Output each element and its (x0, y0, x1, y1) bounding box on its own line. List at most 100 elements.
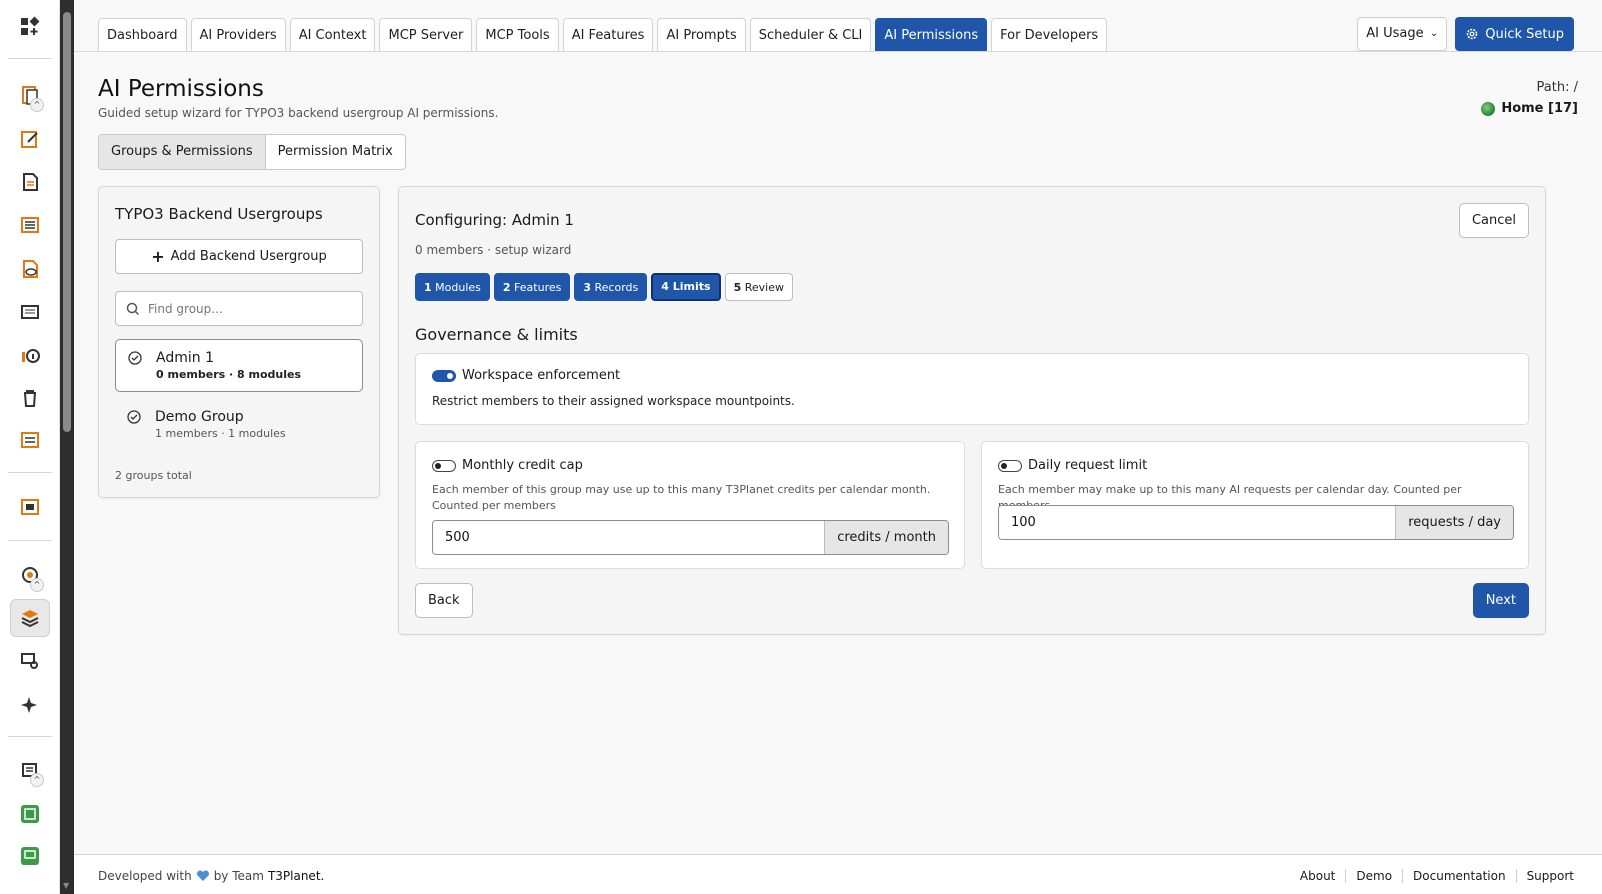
footer-links: About Demo Documentation Support (1290, 869, 1574, 883)
monthly-credit-cap-toggle[interactable] (432, 459, 456, 472)
quick-setup-button[interactable]: Quick Setup (1455, 17, 1574, 51)
monthly-credit-cap-card: Monthly credit cap Each member of this g… (415, 441, 965, 569)
groups-total: 2 groups total (115, 469, 192, 482)
footer-by: by Team (213, 869, 264, 883)
next-button[interactable]: Next (1472, 583, 1529, 618)
find-group-input[interactable] (148, 301, 348, 316)
list-module-icon[interactable] (10, 163, 50, 201)
sparkle-icon[interactable] (10, 686, 50, 724)
check-circle-icon (127, 410, 141, 424)
section-title: Governance & limits (415, 325, 578, 344)
daily-request-limit-label: Daily request limit (1028, 458, 1148, 473)
daily-request-limit-field: requests / day (998, 505, 1514, 540)
forms-module-icon[interactable] (10, 421, 50, 459)
footer-link-about[interactable]: About (1290, 869, 1345, 883)
step-number: 1 (424, 281, 432, 294)
monthly-credit-cap-desc: Each member of this group may use up to … (432, 483, 931, 512)
tab-scheduler-cli[interactable]: Scheduler & CLI (749, 18, 872, 51)
tab-ai-providers[interactable]: AI Providers (190, 18, 286, 51)
green-message-icon[interactable] (10, 837, 50, 875)
group-item-demo-group[interactable]: Demo Group 1 members · 1 modules (115, 399, 363, 452)
tab-mcp-tools[interactable]: MCP Tools (476, 18, 559, 51)
usergroups-panel: TYPO3 Backend Usergroups + Add Backend U… (98, 186, 380, 498)
tab-mcp-server[interactable]: MCP Server (379, 18, 473, 51)
gear-icon (1466, 28, 1478, 40)
home-link[interactable]: Home [17] (1481, 101, 1578, 116)
ai-usage-select[interactable]: AI Usage ⌄ (1357, 17, 1448, 51)
wizard-title: Configuring: Admin 1 (415, 211, 574, 229)
tab-ai-prompts[interactable]: AI Prompts (657, 18, 746, 51)
collapse-chevron-icon[interactable]: ^ (30, 578, 44, 592)
step-number: 3 (583, 281, 592, 294)
tab-permission-matrix[interactable]: Permission Matrix (266, 135, 405, 169)
edit-module-icon[interactable] (10, 120, 50, 158)
setup-wizard-panel: Configuring: Admin 1 Cancel 0 members · … (398, 186, 1546, 635)
daily-request-limit-toggle[interactable] (998, 459, 1022, 472)
step-label: Records (594, 281, 639, 294)
wizard-steps: 1 Modules 2 Features 3 Records 4 Limits … (415, 273, 793, 301)
chevron-down-icon: ⌄ (1429, 28, 1439, 39)
tab-for-developers[interactable]: For Developers (991, 18, 1108, 51)
add-usergroup-label: Add Backend Usergroup (170, 249, 327, 264)
apps-grid-icon[interactable] (10, 8, 50, 46)
step-limits[interactable]: 4 Limits (651, 273, 721, 301)
chat-search-icon[interactable] (10, 642, 50, 680)
view-switcher: Groups & Permissions Permission Matrix (98, 134, 406, 170)
collapse-chevron-icon[interactable]: ^ (30, 773, 44, 787)
workspace-enforcement-label: Workspace enforcement (462, 368, 621, 383)
monthly-credit-cap-input[interactable] (433, 521, 825, 554)
module-bar: ^ ^ ^ (0, 0, 60, 894)
globe-icon (1481, 101, 1496, 116)
footer-brand-link[interactable]: T3Planet. (268, 869, 324, 883)
footer-prefix: Developed with (98, 869, 192, 883)
group-item-admin-1[interactable]: Admin 1 0 members · 8 modules (115, 339, 363, 392)
records-module-icon[interactable] (10, 206, 50, 244)
find-group-field (115, 291, 363, 326)
scroll-down-icon[interactable]: ▼ (63, 882, 71, 890)
back-button[interactable]: Back (415, 583, 473, 618)
step-label: Features (514, 281, 562, 294)
group-meta: 1 members · 1 modules (155, 427, 286, 440)
footer: Developed with by Team T3Planet. About D… (74, 854, 1602, 894)
collapse-chevron-icon[interactable]: ^ (30, 98, 44, 112)
workspace-enforcement-toggle[interactable] (432, 369, 456, 382)
tab-ai-features[interactable]: AI Features (562, 18, 654, 51)
info-module-icon[interactable] (10, 336, 50, 374)
scrollbar-thumb[interactable] (63, 12, 71, 432)
plus-icon: + (151, 247, 165, 266)
monthly-credit-cap-unit: credits / month (824, 521, 948, 554)
daily-request-limit-input[interactable] (999, 506, 1396, 539)
tab-groups-permissions[interactable]: Groups & Permissions (99, 135, 266, 169)
image-module-icon[interactable] (10, 488, 50, 526)
step-review[interactable]: 5 Review (724, 273, 793, 301)
heart-icon (196, 870, 209, 881)
tab-ai-permissions[interactable]: AI Permissions (875, 18, 988, 51)
group-meta: 0 members · 8 modules (156, 368, 301, 381)
recycler-icon[interactable] (10, 379, 50, 417)
step-modules[interactable]: 1 Modules (415, 273, 490, 301)
footer-link-demo[interactable]: Demo (1345, 869, 1402, 883)
monthly-credit-cap-label: Monthly credit cap (462, 458, 583, 473)
main-content: Dashboard AI Providers AI Context MCP Se… (74, 0, 1602, 894)
media-module-icon[interactable] (10, 293, 50, 331)
group-name: Admin 1 (156, 350, 214, 366)
monthly-credit-cap-field: credits / month (432, 520, 949, 555)
cancel-button[interactable]: Cancel (1458, 203, 1529, 238)
view-module-icon[interactable] (10, 250, 50, 288)
layers-module-icon[interactable] (10, 599, 50, 637)
page-title: AI Permissions (98, 76, 264, 102)
step-features[interactable]: 2 Features (493, 273, 571, 301)
step-label: Limits (672, 280, 711, 293)
footer-link-support[interactable]: Support (1515, 869, 1574, 883)
module-tabs: Dashboard AI Providers AI Context MCP Se… (98, 18, 1108, 51)
green-book-icon[interactable] (10, 795, 50, 833)
step-records[interactable]: 3 Records (574, 273, 648, 301)
footer-link-documentation[interactable]: Documentation (1402, 869, 1516, 883)
module-bar-scrollbar[interactable]: ▼ (60, 0, 74, 894)
page-subtitle: Guided setup wizard for TYPO3 backend us… (98, 106, 499, 120)
step-number: 5 (733, 281, 742, 294)
add-usergroup-button[interactable]: + Add Backend Usergroup (115, 239, 363, 274)
search-icon (126, 302, 140, 315)
tab-dashboard[interactable]: Dashboard (98, 18, 187, 51)
tab-ai-context[interactable]: AI Context (289, 18, 376, 51)
